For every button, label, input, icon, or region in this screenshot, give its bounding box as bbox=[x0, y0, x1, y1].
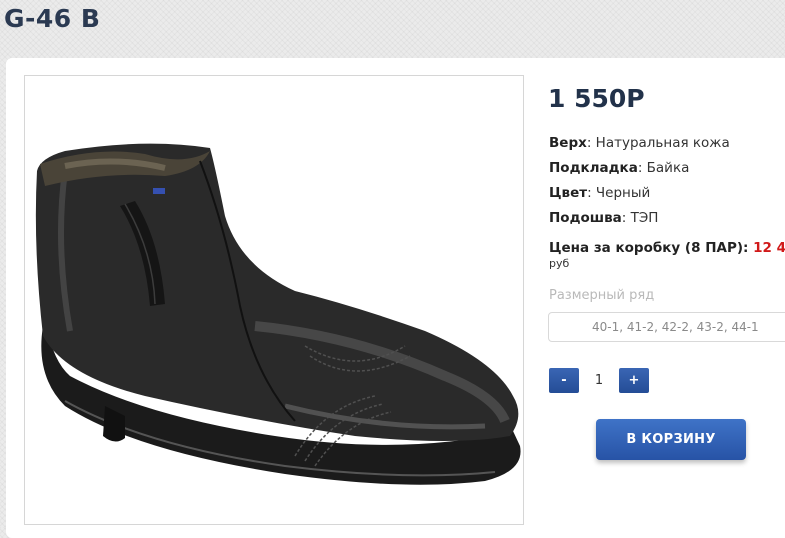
product-title: G-46 В bbox=[4, 4, 101, 33]
spec-sole: Подошва: ТЭП bbox=[549, 210, 730, 235]
spec-value: : Натуральная кожа bbox=[586, 135, 730, 151]
quantity-value[interactable]: 1 bbox=[585, 368, 613, 393]
box-price-value: 12 400 bbox=[753, 240, 785, 256]
spec-label: Подошва bbox=[549, 210, 622, 226]
box-price-unit: руб bbox=[549, 257, 570, 270]
product-price: 1 550Р bbox=[548, 84, 645, 113]
product-image[interactable] bbox=[24, 75, 524, 525]
size-range-label: Размерный ряд bbox=[549, 288, 655, 303]
spec-list: Верх: Натуральная кожа Подкладка: Байка … bbox=[549, 135, 730, 235]
spec-label: Подкладка bbox=[549, 160, 638, 176]
spec-color: Цвет: Черный bbox=[549, 185, 730, 210]
box-price-label: Цена за коробку (8 ПАР): bbox=[549, 240, 754, 256]
spec-value: : Черный bbox=[587, 185, 651, 201]
spec-upper: Верх: Натуральная кожа bbox=[549, 135, 730, 160]
shoe-image-icon bbox=[35, 143, 521, 485]
box-price: Цена за коробку (8 ПАР): 12 400 bbox=[549, 240, 785, 256]
spec-label: Цвет bbox=[549, 185, 588, 201]
spec-value: : Байка bbox=[637, 160, 690, 176]
quantity-decrease-button[interactable]: - bbox=[549, 368, 579, 393]
spec-label: Верх bbox=[549, 135, 587, 151]
add-to-cart-button[interactable]: В КОРЗИНУ bbox=[596, 419, 746, 460]
size-range-field[interactable]: 40-1, 41-2, 42-2, 43-2, 44-1 bbox=[548, 312, 785, 342]
quantity-increase-button[interactable]: + bbox=[619, 368, 649, 393]
spec-lining: Подкладка: Байка bbox=[549, 160, 730, 185]
spec-value: : ТЭП bbox=[621, 210, 659, 226]
